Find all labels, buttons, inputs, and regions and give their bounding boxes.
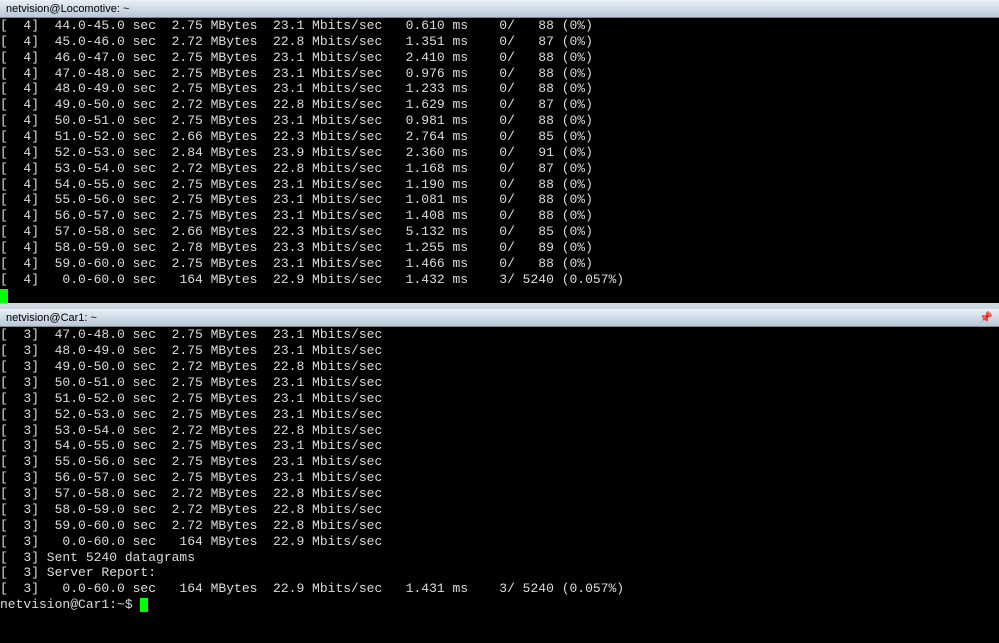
terminal-line: [ 4] 56.0-57.0 sec 2.75 MBytes 23.1 Mbit… — [0, 208, 999, 224]
terminal-line: [ 4] 52.0-53.0 sec 2.84 MBytes 23.9 Mbit… — [0, 145, 999, 161]
terminal-line: [ 3] 0.0-60.0 sec 164 MBytes 22.9 Mbits/… — [0, 534, 999, 550]
shell-prompt: netvision@Car1:~$ — [0, 597, 140, 613]
terminal-line: [ 4] 58.0-59.0 sec 2.78 MBytes 23.3 Mbit… — [0, 240, 999, 256]
terminal-line: [ 4] 54.0-55.0 sec 2.75 MBytes 23.1 Mbit… — [0, 177, 999, 193]
terminal-line: [ 3] 59.0-60.0 sec 2.72 MBytes 22.8 Mbit… — [0, 518, 999, 534]
terminal-prompt-row[interactable]: netvision@Car1:~$ — [0, 597, 999, 613]
terminal-line: [ 3] 52.0-53.0 sec 2.75 MBytes 23.1 Mbit… — [0, 407, 999, 423]
terminal-line: [ 4] 53.0-54.0 sec 2.72 MBytes 22.8 Mbit… — [0, 161, 999, 177]
terminal-pane-car1: netvision@Car1: ~ 📌 [ 3] 47.0-48.0 sec 2… — [0, 309, 999, 612]
titlebar-locomotive[interactable]: netvision@Locomotive: ~ — [0, 0, 999, 18]
terminal-line: [ 3] 57.0-58.0 sec 2.72 MBytes 22.8 Mbit… — [0, 486, 999, 502]
terminal-line: [ 4] 50.0-51.0 sec 2.75 MBytes 23.1 Mbit… — [0, 113, 999, 129]
terminal-cursor-row — [0, 288, 999, 304]
terminal-line: [ 4] 47.0-48.0 sec 2.75 MBytes 23.1 Mbit… — [0, 66, 999, 82]
titlebar-car1[interactable]: netvision@Car1: ~ 📌 — [0, 309, 999, 327]
terminal-line: [ 4] 57.0-58.0 sec 2.66 MBytes 22.3 Mbit… — [0, 224, 999, 240]
terminal-line: [ 3] Sent 5240 datagrams — [0, 550, 999, 566]
terminal-line: [ 3] 0.0-60.0 sec 164 MBytes 22.9 Mbits/… — [0, 581, 999, 597]
titlebar-title: netvision@Locomotive: ~ — [6, 3, 993, 15]
terminal-line: [ 4] 59.0-60.0 sec 2.75 MBytes 23.1 Mbit… — [0, 256, 999, 272]
terminal-output-locomotive[interactable]: [ 4] 44.0-45.0 sec 2.75 MBytes 23.1 Mbit… — [0, 18, 999, 303]
terminal-line: [ 3] 58.0-59.0 sec 2.72 MBytes 22.8 Mbit… — [0, 502, 999, 518]
terminal-output-car1[interactable]: [ 3] 47.0-48.0 sec 2.75 MBytes 23.1 Mbit… — [0, 327, 999, 612]
titlebar-title: netvision@Car1: ~ — [6, 312, 979, 324]
terminal-line: [ 3] 56.0-57.0 sec 2.75 MBytes 23.1 Mbit… — [0, 470, 999, 486]
terminal-line: [ 3] 49.0-50.0 sec 2.72 MBytes 22.8 Mbit… — [0, 359, 999, 375]
terminal-line: [ 4] 55.0-56.0 sec 2.75 MBytes 23.1 Mbit… — [0, 192, 999, 208]
terminal-line: [ 3] 53.0-54.0 sec 2.72 MBytes 22.8 Mbit… — [0, 423, 999, 439]
terminal-line: [ 3] 50.0-51.0 sec 2.75 MBytes 23.1 Mbit… — [0, 375, 999, 391]
terminal-line: [ 3] 48.0-49.0 sec 2.75 MBytes 23.1 Mbit… — [0, 343, 999, 359]
terminal-line: [ 4] 46.0-47.0 sec 2.75 MBytes 23.1 Mbit… — [0, 50, 999, 66]
terminal-line: [ 3] 47.0-48.0 sec 2.75 MBytes 23.1 Mbit… — [0, 327, 999, 343]
terminal-pane-locomotive: netvision@Locomotive: ~ [ 4] 44.0-45.0 s… — [0, 0, 999, 303]
cursor-icon — [140, 598, 148, 612]
terminal-line: [ 3] 54.0-55.0 sec 2.75 MBytes 23.1 Mbit… — [0, 438, 999, 454]
cursor-icon — [0, 289, 8, 303]
terminal-line: [ 4] 48.0-49.0 sec 2.75 MBytes 23.1 Mbit… — [0, 81, 999, 97]
terminal-line: [ 4] 49.0-50.0 sec 2.72 MBytes 22.8 Mbit… — [0, 97, 999, 113]
terminal-line: [ 4] 51.0-52.0 sec 2.66 MBytes 22.3 Mbit… — [0, 129, 999, 145]
terminal-line: [ 4] 44.0-45.0 sec 2.75 MBytes 23.1 Mbit… — [0, 18, 999, 34]
terminal-line: [ 3] 55.0-56.0 sec 2.75 MBytes 23.1 Mbit… — [0, 454, 999, 470]
terminal-line: [ 4] 0.0-60.0 sec 164 MBytes 22.9 Mbits/… — [0, 272, 999, 288]
pin-icon[interactable]: 📌 — [979, 311, 993, 324]
terminal-line: [ 3] 51.0-52.0 sec 2.75 MBytes 23.1 Mbit… — [0, 391, 999, 407]
terminal-line: [ 3] Server Report: — [0, 565, 999, 581]
terminal-line: [ 4] 45.0-46.0 sec 2.72 MBytes 22.8 Mbit… — [0, 34, 999, 50]
